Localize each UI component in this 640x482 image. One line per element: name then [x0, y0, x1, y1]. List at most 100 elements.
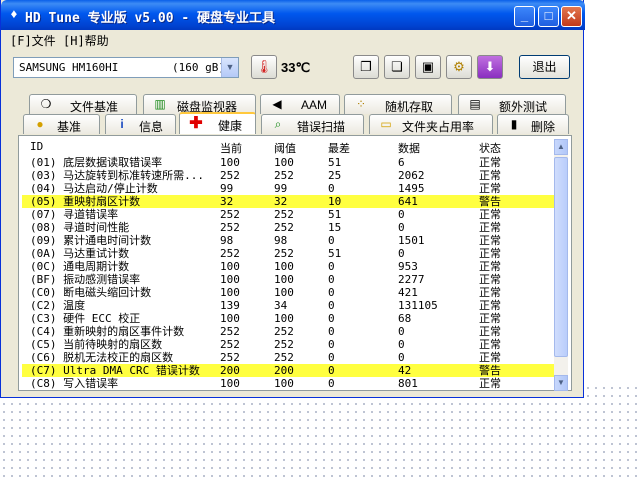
- threshold-value: 252: [274, 221, 294, 234]
- raw-data-value: 1501: [398, 234, 425, 247]
- current-value: 139: [220, 299, 240, 312]
- wrench-icon: ⚙: [453, 59, 465, 74]
- worst-value: 10: [328, 195, 342, 208]
- worst-value: 25: [328, 169, 342, 182]
- table-row[interactable]: (C3) 硬件 ECC 校正 100 100 0 68 正常: [22, 312, 554, 325]
- trash-icon: ▮: [510, 117, 518, 131]
- table-row[interactable]: (C7) Ultra DMA CRC 错误计数 200 200 0 42 警告: [22, 364, 554, 377]
- copy-info-button[interactable]: ❐: [353, 55, 379, 79]
- status-value: 正常: [479, 169, 501, 182]
- table-row[interactable]: (C5) 当前待映射的扇区数 252 252 0 0 正常: [22, 338, 554, 351]
- column-header-worst[interactable]: 最差: [328, 140, 350, 156]
- download-button[interactable]: ⬇: [477, 55, 503, 79]
- tab-erase[interactable]: ▮ 删除: [497, 114, 569, 134]
- worst-value: 51: [328, 156, 342, 169]
- raw-data-value: 0: [398, 247, 405, 260]
- worst-value: 0: [328, 260, 335, 273]
- attribute-name: (08) 寻道时间性能: [30, 221, 130, 234]
- info-icon: i: [120, 117, 124, 131]
- tab-benchmark[interactable]: ● 基准: [23, 114, 100, 134]
- threshold-value: 100: [274, 260, 294, 273]
- tab-file-benchmark[interactable]: ❍ 文件基准: [29, 94, 137, 114]
- raw-data-value: 0: [398, 351, 405, 364]
- column-header-id[interactable]: ID: [30, 140, 43, 153]
- current-value: 252: [220, 221, 240, 234]
- menu-help[interactable]: [H]帮助: [63, 32, 109, 49]
- thermometer-button[interactable]: 🌡: [251, 55, 277, 79]
- save-button[interactable]: ▣: [415, 55, 441, 79]
- column-header-status[interactable]: 状态: [479, 140, 501, 156]
- column-header-data[interactable]: 数据: [398, 140, 420, 156]
- tab-folder-usage[interactable]: ▭ 文件夹占用率: [369, 114, 493, 134]
- threshold-value: 100: [274, 286, 294, 299]
- vertical-scrollbar[interactable]: ▲ ▼: [554, 139, 568, 391]
- threshold-value: 32: [274, 195, 288, 208]
- maximize-button[interactable]: □: [538, 6, 559, 27]
- status-value: 正常: [479, 260, 501, 273]
- list-header: ID 当前 阈值 最差 数据 状态: [22, 139, 554, 156]
- table-row[interactable]: (0C) 通电周期计数 100 100 0 953 正常: [22, 260, 554, 273]
- threshold-value: 100: [274, 312, 294, 325]
- minimize-button[interactable]: _: [514, 6, 535, 27]
- threshold-value: 100: [274, 156, 294, 169]
- extra-tests-icon: ▤: [469, 97, 481, 111]
- health-icon: ✚: [189, 115, 203, 132]
- tab-aam[interactable]: ◀ AAM: [260, 94, 340, 114]
- table-row[interactable]: (08) 寻道时间性能 252 252 15 0 正常: [22, 221, 554, 234]
- tab-extra-tests[interactable]: ▤ 额外测试: [458, 94, 566, 114]
- table-row[interactable]: (09) 累计通电时间计数 98 98 0 1501 正常: [22, 234, 554, 247]
- column-header-current[interactable]: 当前: [220, 140, 242, 156]
- table-row[interactable]: (05) 重映射扇区计数 32 32 10 641 警告: [22, 195, 554, 208]
- current-value: 252: [220, 169, 240, 182]
- raw-data-value: 0: [398, 221, 405, 234]
- copy-screenshot-button[interactable]: ❏: [384, 55, 410, 79]
- table-row[interactable]: (0A) 马达重试计数 252 252 51 0 正常: [22, 247, 554, 260]
- status-value: 正常: [479, 234, 501, 247]
- tab-disk-monitor[interactable]: ▥ 磁盘监视器: [143, 94, 256, 114]
- smart-attribute-list[interactable]: ID 当前 阈值 最差 数据 状态 (01) 底层数据读取错误率 100 100 51…: [22, 139, 554, 390]
- tab-random-access[interactable]: ⁘ 随机存取: [344, 94, 452, 114]
- worst-value: 0: [328, 351, 335, 364]
- table-row[interactable]: (C4) 重新映射的扇区事件计数 252 252 0 0 正常: [22, 325, 554, 338]
- table-row[interactable]: (C6) 脱机无法校正的扇区数 252 252 0 0 正常: [22, 351, 554, 364]
- column-header-threshold[interactable]: 阈值: [274, 140, 296, 156]
- status-value: 正常: [479, 351, 501, 364]
- worst-value: 0: [328, 325, 335, 338]
- attribute-name: (0A) 马达重试计数: [30, 247, 130, 260]
- close-button[interactable]: ✕: [561, 6, 582, 27]
- temperature-readout: 33℃: [281, 60, 311, 75]
- tab-health[interactable]: ✚ 健康: [179, 112, 256, 134]
- current-value: 98: [220, 234, 234, 247]
- drive-select[interactable]: SAMSUNG HM160HI (160 gB) ▼: [13, 57, 239, 78]
- current-value: 100: [220, 156, 240, 169]
- raw-data-value: 0: [398, 208, 405, 221]
- speaker-icon: ◀: [272, 97, 282, 111]
- scroll-up-icon[interactable]: ▲: [554, 139, 568, 155]
- worst-value: 15: [328, 221, 342, 234]
- current-value: 100: [220, 312, 240, 325]
- title-bar[interactable]: ♦ HD Tune 专业版 v5.00 - 硬盘专业工具 _ □ ✕: [1, 0, 585, 30]
- table-row[interactable]: (03) 马达旋转到标准转速所需... 252 252 25 2062 正常: [22, 169, 554, 182]
- menu-file[interactable]: [F]文件: [10, 32, 56, 49]
- hd-tune-app-icon: ♦: [10, 6, 18, 21]
- exit-button[interactable]: 退出: [519, 55, 570, 79]
- table-row[interactable]: (01) 底层数据读取错误率 100 100 51 6 正常: [22, 156, 554, 169]
- attribute-name: (C4) 重新映射的扇区事件计数: [30, 325, 185, 338]
- status-value: 正常: [479, 182, 501, 195]
- options-button[interactable]: ⚙: [446, 55, 472, 79]
- table-row[interactable]: (C2) 温度 139 34 0 131105 正常: [22, 299, 554, 312]
- raw-data-value: 641: [398, 195, 418, 208]
- scroll-down-icon[interactable]: ▼: [554, 375, 568, 391]
- tab-error-scan[interactable]: ⌕ 错误扫描: [261, 114, 364, 134]
- table-row[interactable]: (C8) 写入错误率 100 100 0 801 正常: [22, 377, 554, 390]
- worst-value: 0: [328, 182, 335, 195]
- tab-info[interactable]: i 信息: [105, 114, 176, 134]
- table-row[interactable]: (C0) 断电磁头缩回计数 100 100 0 421 正常: [22, 286, 554, 299]
- table-row[interactable]: (BF) 振动感测错误率 100 100 0 2277 正常: [22, 273, 554, 286]
- chevron-down-icon[interactable]: ▼: [221, 58, 238, 77]
- table-row[interactable]: (07) 寻道错误率 252 252 51 0 正常: [22, 208, 554, 221]
- scrollbar-thumb[interactable]: [554, 157, 568, 357]
- raw-data-value: 421: [398, 286, 418, 299]
- worst-value: 0: [328, 299, 335, 312]
- table-row[interactable]: (04) 马达启动/停止计数 99 99 0 1495 正常: [22, 182, 554, 195]
